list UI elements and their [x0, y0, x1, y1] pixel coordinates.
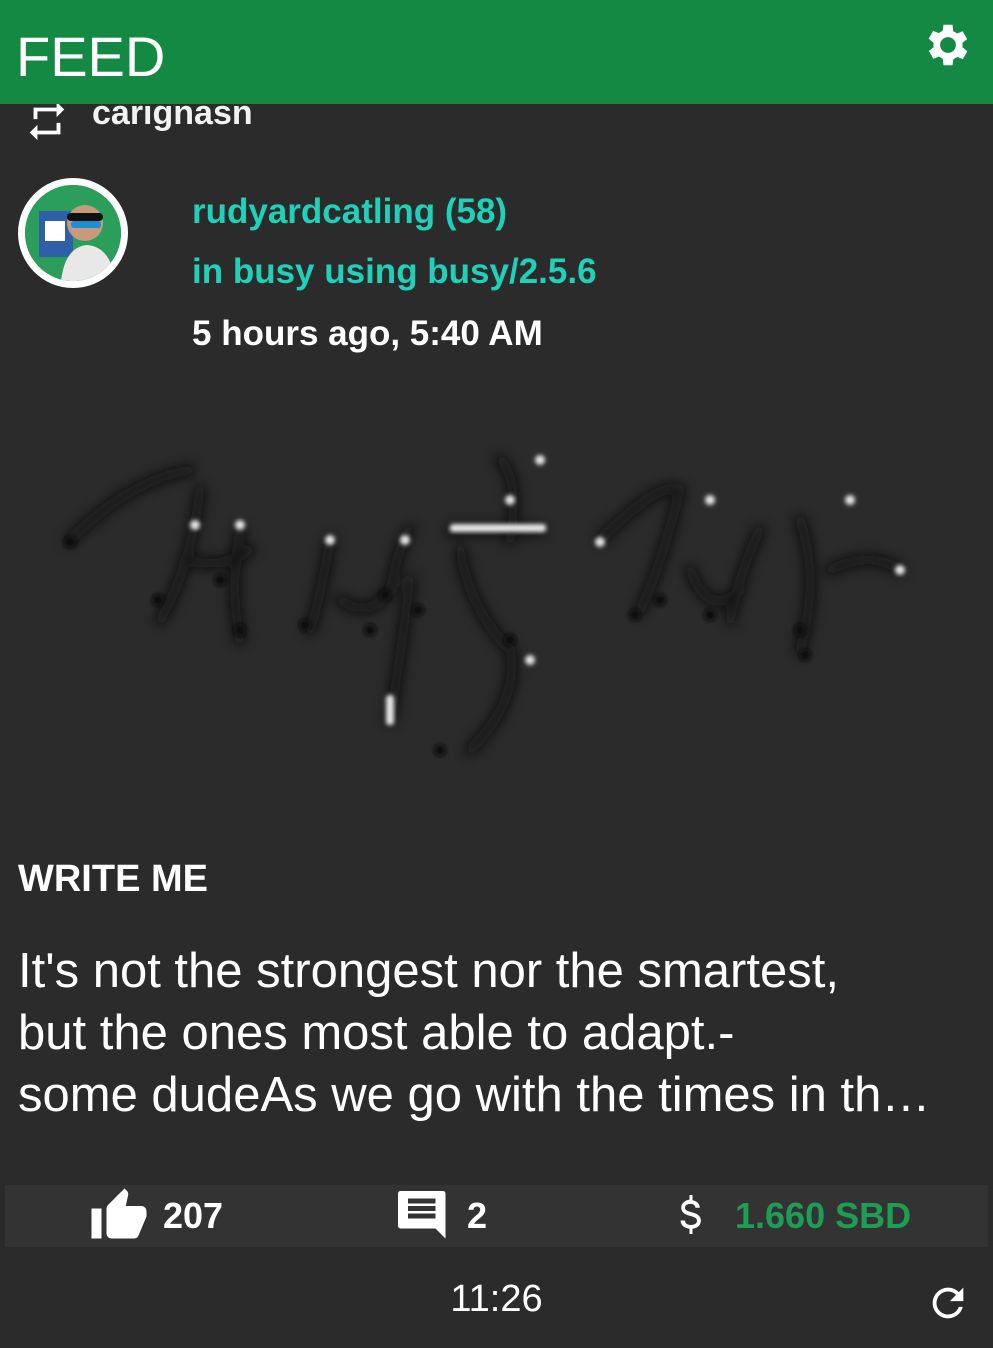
gear-icon[interactable] — [921, 18, 975, 72]
author-name[interactable]: rudyardcatling (58) — [192, 192, 507, 232]
post-time: 5 hours ago, 5:40 AM — [192, 314, 543, 353]
status-clock: 11:26 — [450, 1278, 543, 1320]
reblog-icon — [29, 101, 65, 141]
like-button[interactable]: 207 — [89, 1185, 223, 1247]
page-title: FEED — [16, 25, 166, 88]
post-body[interactable]: It's not the strongest nor the smartest,… — [18, 940, 988, 1126]
avatar-portrait — [25, 185, 121, 281]
post-body-line: but the ones most able to adapt.- — [18, 1006, 735, 1060]
comment-count: 2 — [467, 1195, 488, 1236]
payout-button[interactable]: 1.660 SBD — [673, 1185, 911, 1247]
comments-button[interactable]: 2 — [393, 1185, 487, 1247]
payout-amount: 1.660 SBD — [735, 1195, 912, 1236]
post-body-line: some dudeAs we go with the times in th… — [18, 1068, 931, 1122]
post-actions-bar: 207 2 1.660 SBD — [5, 1185, 988, 1247]
post-title[interactable]: WRITE ME — [18, 858, 208, 901]
avatar[interactable] — [18, 178, 128, 288]
like-count: 207 — [163, 1195, 224, 1236]
avatar-image — [25, 185, 121, 281]
thumbs-up-icon — [91, 1188, 147, 1239]
post-image[interactable] — [40, 420, 940, 780]
app-source[interactable]: in busy using busy/2.5.6 — [192, 252, 597, 292]
comment-icon — [398, 1191, 446, 1239]
refresh-icon[interactable] — [925, 1280, 971, 1326]
app-header: FEED — [0, 0, 993, 104]
post-body-line: It's not the strongest nor the smartest, — [18, 944, 839, 998]
dollar-icon — [680, 1195, 701, 1234]
